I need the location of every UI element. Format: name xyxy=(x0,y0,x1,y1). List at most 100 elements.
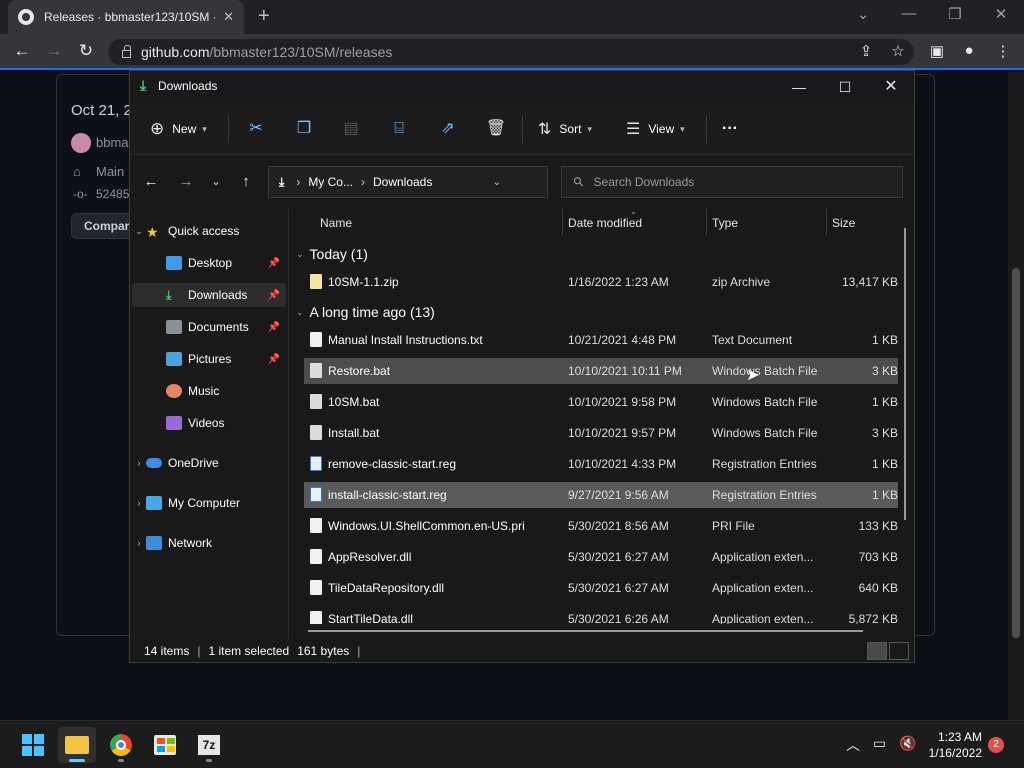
avatar[interactable] xyxy=(71,133,91,153)
start-button[interactable] xyxy=(14,727,52,763)
taskbar-7zip[interactable]: 7z xyxy=(190,727,228,763)
menu-icon[interactable]: ⋮ xyxy=(993,42,1013,60)
close-tab-icon[interactable]: ✕ xyxy=(223,9,234,25)
file-size: 133 KB xyxy=(858,519,898,533)
paste-icon[interactable]: ▤ xyxy=(339,118,363,140)
explorer-minimize-button[interactable]: — xyxy=(776,75,822,99)
file-row[interactable]: 10SM.bat 10/10/2021 9:58 PM Windows Batc… xyxy=(304,389,898,415)
documents-icon xyxy=(166,320,182,334)
minimize-button[interactable]: — xyxy=(886,5,932,22)
taskbar-chrome[interactable] xyxy=(102,727,140,763)
delete-icon[interactable]: 🗑 xyxy=(484,118,508,140)
explorer-close-button[interactable]: ✕ xyxy=(868,75,914,99)
forward-button[interactable]: → xyxy=(42,40,66,64)
details-view-icon[interactable] xyxy=(867,642,887,660)
file-size: 1 KB xyxy=(871,333,898,347)
address-dropdown-icon[interactable]: ⌄ xyxy=(493,177,501,188)
search-input[interactable] xyxy=(593,175,894,189)
file-row[interactable]: install-classic-start.reg 9/27/2021 9:56… xyxy=(304,482,898,508)
file-row[interactable]: StartTileData.dll 5/30/2021 6:26 AM Appl… xyxy=(304,606,898,624)
group-header-today[interactable]: ⌄ Today (1) xyxy=(296,243,368,265)
status-bar: 14 items | 1 item selected 161 bytes | xyxy=(130,639,914,663)
copy-icon[interactable]: ❐ xyxy=(292,118,316,140)
nav-documents[interactable]: Documents 📌 xyxy=(132,315,286,339)
page-scrollbar-thumb[interactable] xyxy=(1012,268,1020,638)
reload-button[interactable]: ↻ xyxy=(74,40,98,64)
side-panel-icon[interactable]: ▣ xyxy=(927,42,947,60)
collapse-chevron-icon[interactable]: ⌄ xyxy=(296,249,304,260)
more-options-button[interactable]: ··· xyxy=(722,118,738,140)
file-row[interactable]: Manual Install Instructions.txt 10/21/20… xyxy=(304,327,898,353)
selection-count: 1 item selected xyxy=(208,644,290,658)
breadcrumb-separator: › xyxy=(360,175,365,189)
file-row[interactable]: Install.bat 10/10/2021 9:57 PM Windows B… xyxy=(304,420,898,446)
breadcrumb-my-computer[interactable]: My Co... xyxy=(308,175,353,189)
expand-chevron-icon[interactable]: › xyxy=(132,458,146,468)
nav-onedrive[interactable]: › OneDrive xyxy=(132,451,286,475)
page-scrollbar[interactable] xyxy=(1008,72,1024,720)
file-row[interactable]: AppResolver.dll 5/30/2021 6:27 AM Applic… xyxy=(304,544,898,570)
horizontal-scrollbar[interactable] xyxy=(308,630,863,632)
recent-locations-icon[interactable]: ⌄ xyxy=(204,170,228,194)
taskbar-file-explorer[interactable] xyxy=(58,727,96,763)
search-box[interactable]: ⚲ xyxy=(561,166,903,198)
taskbar-store[interactable] xyxy=(146,727,184,763)
tab-search-icon[interactable]: ⌄ xyxy=(840,5,886,23)
clock[interactable]: 1:23 AM 1/16/2022 xyxy=(920,729,982,761)
up-arrow-icon[interactable]: ↑ xyxy=(234,170,258,194)
release-commit[interactable]: 52485 xyxy=(96,187,129,201)
nav-quick-access[interactable]: ⌄ ★ Quick access xyxy=(132,219,286,243)
file-row[interactable]: TileDataRepository.dll 5/30/2021 6:27 AM… xyxy=(304,575,898,601)
cut-icon[interactable]: ✂ xyxy=(244,118,268,140)
nav-desktop[interactable]: Desktop 📌 xyxy=(132,251,286,275)
share-icon[interactable]: ⇗ xyxy=(436,118,460,140)
breadcrumb-downloads[interactable]: Downloads xyxy=(373,175,432,189)
nav-my-computer[interactable]: › My Computer xyxy=(132,491,286,515)
expand-chevron-icon[interactable]: › xyxy=(132,538,146,548)
explorer-titlebar[interactable]: ⤓ Downloads — ☐ ✕ xyxy=(130,71,914,103)
file-row[interactable]: 10SM-1.1.zip 1/16/2022 1:23 AM zip Archi… xyxy=(304,269,898,295)
file-name: Windows.UI.ShellCommon.en-US.pri xyxy=(328,519,525,533)
back-arrow-icon[interactable]: ← xyxy=(139,170,163,194)
nav-pictures[interactable]: Pictures 📌 xyxy=(132,347,286,371)
pane-divider[interactable] xyxy=(288,209,289,639)
bookmark-star-icon[interactable]: ☆ xyxy=(888,42,908,60)
explorer-maximize-button[interactable]: ☐ xyxy=(822,75,868,99)
share-icon[interactable]: ⇪ xyxy=(856,42,876,60)
tiles-view-icon[interactable] xyxy=(889,642,909,660)
vertical-scrollbar[interactable] xyxy=(904,228,906,520)
videos-icon xyxy=(166,416,182,430)
profile-icon[interactable]: ● xyxy=(959,42,979,59)
notification-badge[interactable]: 2 xyxy=(988,737,1004,753)
group-header-old[interactable]: ⌄ A long time ago (13) xyxy=(296,301,435,323)
expand-chevron-icon[interactable]: ⌄ xyxy=(132,226,146,237)
store-icon xyxy=(154,735,176,755)
restore-button[interactable]: ❐ xyxy=(932,5,978,23)
close-window-button[interactable]: ✕ xyxy=(978,5,1024,23)
sort-button[interactable]: ⇅ Sort ▾ xyxy=(538,118,592,140)
nav-videos[interactable]: Videos xyxy=(132,411,286,435)
release-author[interactable]: bbma xyxy=(96,135,129,150)
volume-muted-icon[interactable]: 🔇 xyxy=(899,735,916,752)
browser-tab[interactable]: Releases · bbmaster123/10SM · G ✕ xyxy=(8,0,244,34)
nav-music[interactable]: Music xyxy=(132,379,286,403)
status-separator: | xyxy=(197,644,201,658)
address-bar[interactable]: github.com/bbmaster123/10SM/releases xyxy=(108,39,914,65)
explorer-address-bar[interactable]: ⤓ › My Co... › Downloads ⌄ ↻ xyxy=(268,166,665,198)
release-branch[interactable]: Main xyxy=(96,164,124,179)
nav-network[interactable]: › Network xyxy=(132,531,286,555)
expand-chevron-icon[interactable]: › xyxy=(132,498,146,508)
nav-downloads[interactable]: ⤓ Downloads 📌 xyxy=(132,283,286,307)
collapse-chevron-icon[interactable]: ⌄ xyxy=(296,307,304,318)
tray-overflow-icon[interactable]: ︿ xyxy=(846,735,860,755)
file-row[interactable]: Restore.bat 10/10/2021 10:11 PM Windows … xyxy=(304,358,898,384)
new-tab-button[interactable]: + xyxy=(258,5,270,28)
new-button[interactable]: ⊕ New ▾ xyxy=(150,118,207,140)
view-button[interactable]: ☰ View ▾ xyxy=(626,118,685,140)
back-button[interactable]: ← xyxy=(10,40,34,64)
file-row[interactable]: remove-classic-start.reg 10/10/2021 4:33… xyxy=(304,451,898,477)
file-row[interactable]: Windows.UI.ShellCommon.en-US.pri 5/30/20… xyxy=(304,513,898,539)
rename-icon[interactable]: ⌸ xyxy=(387,118,411,140)
network-icon[interactable]: ▭ xyxy=(873,735,886,752)
forward-arrow-icon[interactable]: → xyxy=(174,170,198,194)
